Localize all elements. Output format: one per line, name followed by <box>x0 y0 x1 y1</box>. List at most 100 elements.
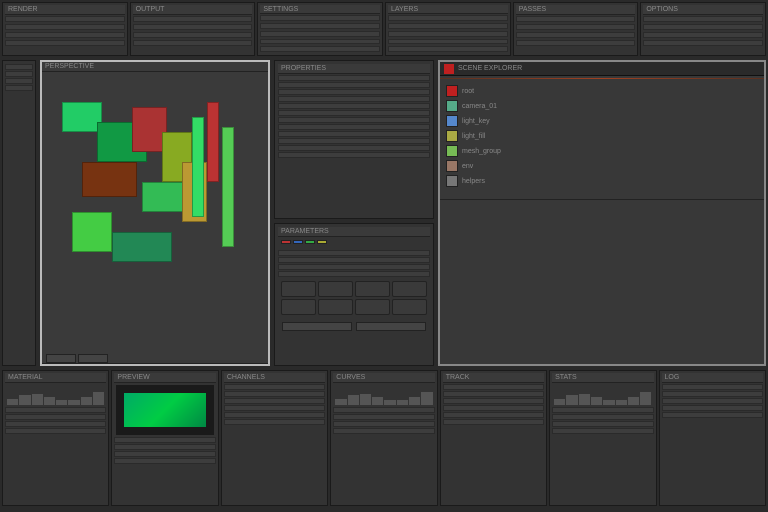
viewport-canvas[interactable] <box>42 72 268 354</box>
panel-title[interactable]: RENDER <box>5 5 125 15</box>
chip[interactable] <box>281 240 291 244</box>
panel-row[interactable] <box>5 16 125 22</box>
scene-explorer-window[interactable]: SCENE EXPLORER rootcamera_01light_keylig… <box>438 60 766 366</box>
panel-row[interactable] <box>516 40 636 46</box>
panel-title[interactable]: CURVES <box>333 373 434 383</box>
tool-button[interactable] <box>281 281 316 297</box>
prop-row[interactable] <box>278 138 430 144</box>
chip[interactable] <box>305 240 315 244</box>
panel-title[interactable]: PASSES <box>516 5 636 15</box>
tool-button[interactable] <box>392 281 427 297</box>
bar[interactable] <box>32 394 43 405</box>
bar[interactable] <box>409 397 420 405</box>
bar[interactable] <box>348 395 359 405</box>
panel-row[interactable] <box>643 32 763 38</box>
explorer-item[interactable]: camera_01 <box>446 100 758 112</box>
params-title[interactable]: PARAMETERS <box>278 227 430 237</box>
bar[interactable] <box>566 395 577 405</box>
panel-row[interactable] <box>443 384 544 390</box>
bar[interactable] <box>68 400 79 405</box>
explorer-item[interactable]: light_key <box>446 115 758 127</box>
panel-row[interactable] <box>443 398 544 404</box>
props-title[interactable]: PROPERTIES <box>278 64 430 74</box>
panel-row[interactable] <box>5 428 106 434</box>
panel-row[interactable] <box>114 451 215 457</box>
panel-row[interactable] <box>5 421 106 427</box>
preview-thumb[interactable] <box>116 385 213 435</box>
panel-row[interactable] <box>224 384 325 390</box>
vp-btn[interactable] <box>78 354 108 363</box>
panel-row[interactable] <box>114 437 215 443</box>
panel-row[interactable] <box>552 428 653 434</box>
bar[interactable] <box>421 392 432 405</box>
panel-row[interactable] <box>388 23 508 29</box>
panel-row[interactable] <box>552 414 653 420</box>
explorer-header[interactable]: SCENE EXPLORER <box>440 62 764 76</box>
panel-row[interactable] <box>224 398 325 404</box>
panel-row[interactable] <box>5 32 125 38</box>
explorer-item[interactable]: mesh_group <box>446 145 758 157</box>
panel-row[interactable] <box>662 405 763 411</box>
panel-row[interactable] <box>224 405 325 411</box>
prop-row[interactable] <box>278 152 430 158</box>
panel-title[interactable]: LAYERS <box>388 5 508 14</box>
chip[interactable] <box>293 240 303 244</box>
bar[interactable] <box>372 397 383 405</box>
panel-row[interactable] <box>5 24 125 30</box>
panel-title[interactable]: PREVIEW <box>114 373 215 383</box>
vp-btn[interactable] <box>46 354 76 363</box>
panel-row[interactable] <box>5 40 125 46</box>
panel-row[interactable] <box>224 419 325 425</box>
explorer-item[interactable]: root <box>446 85 758 97</box>
tool-button[interactable] <box>355 299 390 315</box>
tool-button[interactable] <box>355 281 390 297</box>
panel-row[interactable] <box>388 46 508 52</box>
panel-row[interactable] <box>516 16 636 22</box>
viewport-window[interactable]: PERSPECTIVE <box>40 60 270 366</box>
prop-row[interactable] <box>278 131 430 137</box>
panel-title[interactable]: OPTIONS <box>643 5 763 15</box>
bar[interactable] <box>591 397 602 405</box>
explorer-item[interactable]: env <box>446 160 758 172</box>
param-row[interactable] <box>278 257 430 263</box>
panel-row[interactable] <box>388 15 508 21</box>
panel-title[interactable]: STATS <box>552 373 653 383</box>
panel-row[interactable] <box>552 421 653 427</box>
chip[interactable] <box>317 240 327 244</box>
bar[interactable] <box>384 400 395 405</box>
panel-row[interactable] <box>260 39 380 45</box>
panel-row[interactable] <box>224 391 325 397</box>
panel-row[interactable] <box>662 384 763 390</box>
panel-row[interactable] <box>133 40 253 46</box>
bar[interactable] <box>554 399 565 405</box>
panel-title[interactable]: LOG <box>662 373 763 383</box>
panel-title[interactable]: MATERIAL <box>5 373 106 383</box>
panel-row[interactable] <box>643 16 763 22</box>
bar[interactable] <box>616 400 627 405</box>
panel-row[interactable] <box>443 405 544 411</box>
bar[interactable] <box>628 397 639 405</box>
bar[interactable] <box>19 395 30 405</box>
panel-row[interactable] <box>443 419 544 425</box>
prop-row[interactable] <box>278 96 430 102</box>
panel-title[interactable]: OUTPUT <box>133 5 253 15</box>
prop-row[interactable] <box>278 82 430 88</box>
bar[interactable] <box>44 397 55 405</box>
explorer-empty-area[interactable] <box>440 199 764 364</box>
bar[interactable] <box>603 400 614 405</box>
panel-row[interactable] <box>643 24 763 30</box>
panel-row[interactable] <box>133 16 253 22</box>
panel-row[interactable] <box>333 414 434 420</box>
tool-button[interactable] <box>318 281 353 297</box>
prop-row[interactable] <box>278 75 430 81</box>
panel-row[interactable] <box>333 421 434 427</box>
prop-row[interactable] <box>278 103 430 109</box>
panel-row[interactable] <box>260 23 380 29</box>
panel-row[interactable] <box>662 412 763 418</box>
tool-button[interactable] <box>318 299 353 315</box>
panel-row[interactable] <box>5 414 106 420</box>
panel-row[interactable] <box>443 391 544 397</box>
panel-row[interactable] <box>333 407 434 413</box>
param-row[interactable] <box>278 271 430 277</box>
prop-row[interactable] <box>278 117 430 123</box>
